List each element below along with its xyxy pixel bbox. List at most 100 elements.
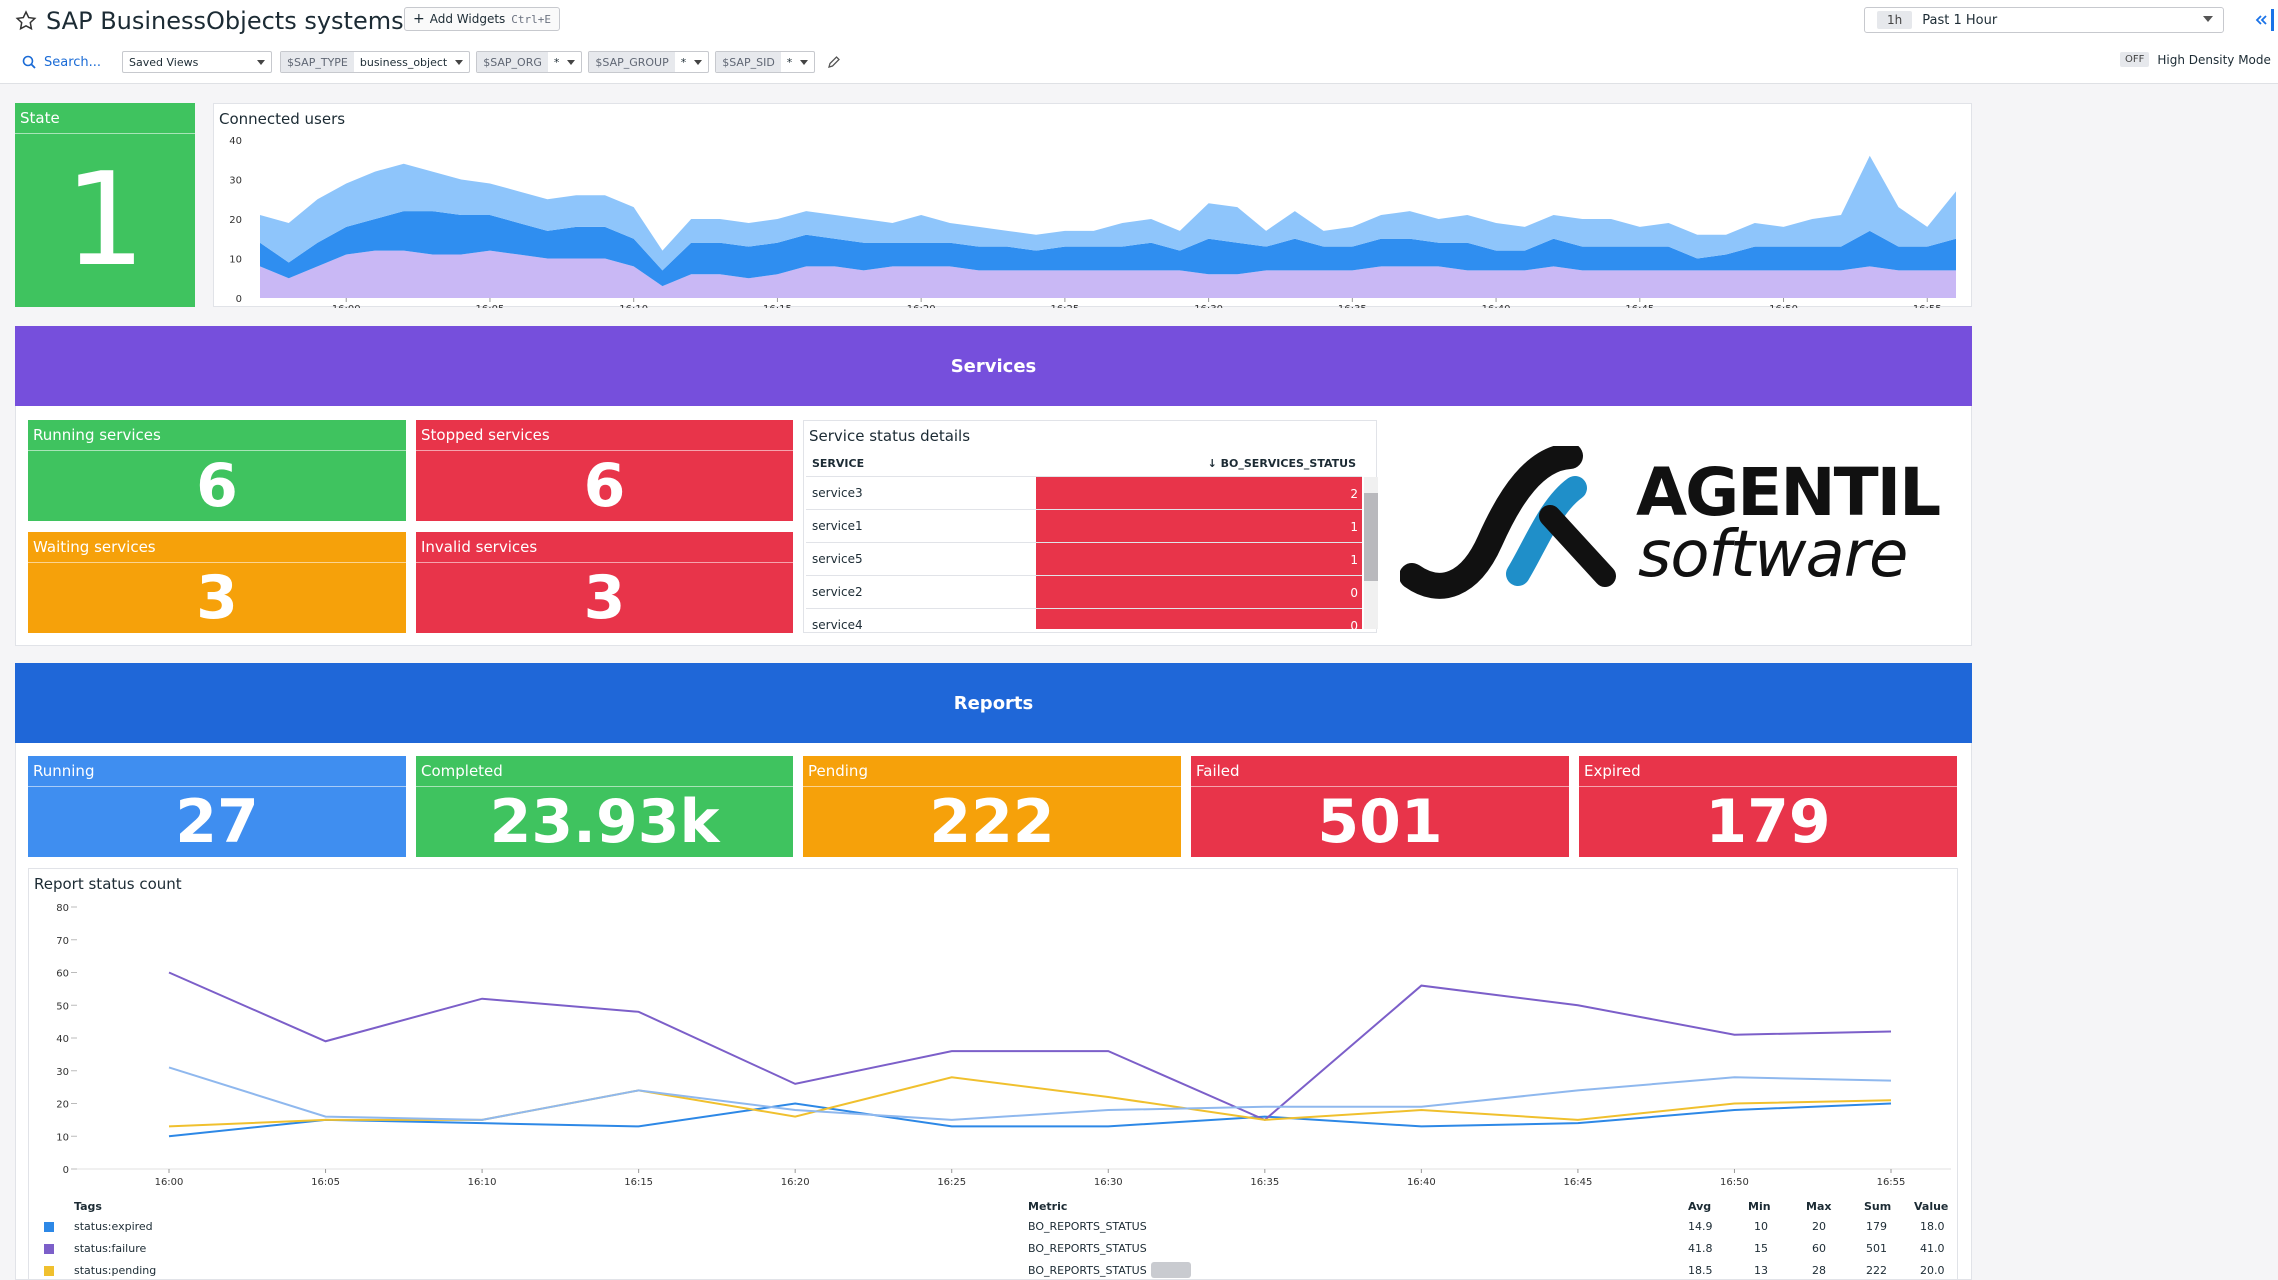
- saved-views-select[interactable]: Saved Views: [122, 51, 272, 73]
- legend-col-max: Max: [1806, 1200, 1832, 1213]
- table-row[interactable]: service4 0: [806, 609, 1362, 629]
- widget-title: Pending: [808, 762, 868, 780]
- legend-sum: 179: [1866, 1220, 1887, 1233]
- table-row[interactable]: service2 0: [806, 576, 1362, 609]
- y-tick-label: 20: [56, 1100, 69, 1111]
- legend-swatch: [44, 1266, 54, 1276]
- star-icon[interactable]: [14, 9, 38, 33]
- x-tick-label: 16:30: [1194, 304, 1223, 308]
- high-density-label: High Density Mode: [2157, 52, 2271, 67]
- legend-metric: BO_REPORTS_STATUS: [1028, 1220, 1147, 1233]
- line-series-4: [168, 1066, 1892, 1121]
- x-tick-label: 16:40: [1407, 1177, 1436, 1188]
- legend-tag: status:expired: [74, 1220, 153, 1233]
- legend-sum: 501: [1866, 1242, 1887, 1255]
- stopped-services-widget[interactable]: Stopped services 6: [416, 420, 793, 521]
- legend-menu-icon[interactable]: [1151, 1262, 1191, 1278]
- connected-users-widget[interactable]: Connected users 01020304016:0016:0516:10…: [213, 103, 1972, 308]
- collapse-panel-button[interactable]: [2248, 7, 2274, 33]
- x-tick-label: 16:30: [1094, 1177, 1123, 1188]
- legend-row[interactable]: status:expired BO_REPORTS_STATUS 14.9 10…: [26, 1220, 1952, 1240]
- widget-title: Completed: [421, 762, 503, 780]
- col-status-header[interactable]: ↓ BO_SERVICES_STATUS: [1208, 457, 1356, 470]
- legend-row[interactable]: status:pending BO_REPORTS_STATUS 18.5 13…: [26, 1262, 1952, 1280]
- search-icon: [22, 55, 36, 69]
- y-tick-label: 30: [56, 1067, 69, 1078]
- legend-col-min: Min: [1748, 1200, 1771, 1213]
- high-density-toggle[interactable]: OFF High Density Mode: [2120, 52, 2271, 67]
- template-var-sap-group[interactable]: $SAP_GROUP *: [588, 51, 710, 73]
- state-value: 1: [64, 145, 146, 295]
- legend-tag: status:pending: [74, 1264, 157, 1277]
- search-input[interactable]: Search...: [22, 55, 122, 70]
- filter-row: Search... Saved Views $SAP_TYPE business…: [22, 50, 841, 74]
- caret-down-icon: [567, 60, 576, 65]
- agentil-logo-mark: [1400, 446, 1616, 599]
- x-tick-label: 16:40: [1482, 304, 1511, 308]
- table-row[interactable]: service1 1: [806, 510, 1362, 543]
- col-service-header[interactable]: SERVICE: [812, 457, 864, 470]
- plus-icon: +: [413, 11, 425, 27]
- legend-avg: 18.5: [1688, 1264, 1713, 1277]
- template-var-sap-org[interactable]: $SAP_ORG *: [476, 51, 583, 73]
- pencil-icon[interactable]: [827, 55, 841, 69]
- legend-col-tags: Tags: [74, 1200, 102, 1213]
- line-series-2: [168, 971, 1892, 1122]
- template-var-sap-type[interactable]: $SAP_TYPE business_object: [280, 51, 471, 73]
- services-group-header[interactable]: Services: [15, 326, 1972, 406]
- widget-title: Stopped services: [421, 426, 550, 444]
- timeframe-selector[interactable]: 1h Past 1 Hour: [1864, 7, 2224, 33]
- service-status-value: 1: [1036, 543, 1362, 575]
- y-tick-label: 0: [236, 294, 242, 305]
- invalid-services-widget[interactable]: Invalid services 3: [416, 532, 793, 633]
- template-var-value: *: [680, 55, 687, 69]
- reports-expired-value: 179: [1705, 786, 1831, 857]
- x-tick-label: 16:15: [624, 1177, 653, 1188]
- service-name: service4: [812, 618, 863, 629]
- reports-completed-widget[interactable]: Completed 23.93k: [416, 756, 793, 857]
- y-tick-label: 40: [229, 136, 242, 147]
- caret-down-icon: [2203, 16, 2213, 22]
- scrollbar-thumb[interactable]: [1364, 493, 1378, 581]
- template-var-key: $SAP_SID: [716, 52, 781, 72]
- legend-min: 13: [1754, 1264, 1768, 1277]
- legend-row[interactable]: status:failure BO_REPORTS_STATUS 41.8 15…: [26, 1242, 1952, 1262]
- state-widget[interactable]: State 1: [15, 103, 195, 307]
- reports-group-header[interactable]: Reports: [15, 663, 1972, 743]
- caret-down-icon: [455, 60, 464, 65]
- template-var-key: $SAP_GROUP: [589, 52, 675, 72]
- waiting-services-value: 3: [196, 562, 238, 633]
- table-row[interactable]: service3 2: [806, 477, 1362, 510]
- legend-min: 10: [1754, 1220, 1768, 1233]
- reports-expired-widget[interactable]: Expired 179: [1579, 756, 1957, 857]
- legend-col-sum: Sum: [1864, 1200, 1892, 1213]
- reports-running-widget[interactable]: Running 27: [28, 756, 406, 857]
- template-var-sap-sid[interactable]: $SAP_SID *: [715, 51, 816, 73]
- y-tick-label: 20: [229, 215, 242, 226]
- running-services-widget[interactable]: Running services 6: [28, 420, 406, 521]
- legend-min: 15: [1754, 1242, 1768, 1255]
- add-widgets-button[interactable]: + Add Widgets Ctrl+E: [404, 7, 561, 31]
- service-name: service1: [812, 519, 863, 533]
- widget-title: Failed: [1196, 762, 1240, 780]
- legend-col-avg: Avg: [1688, 1200, 1712, 1213]
- reports-failed-widget[interactable]: Failed 501: [1191, 756, 1569, 857]
- widget-title: Waiting services: [33, 538, 156, 556]
- service-name: service2: [812, 585, 863, 599]
- widget-title: Invalid services: [421, 538, 538, 556]
- reports-completed-value: 23.93k: [489, 786, 720, 857]
- timeframe-label: Past 1 Hour: [1922, 12, 1998, 28]
- agentil-logo: AGENTIL software: [1400, 446, 1941, 606]
- caret-down-icon: [800, 60, 809, 65]
- table-row[interactable]: service5 1: [806, 543, 1362, 576]
- dashboard-header: SAP BusinessObjects systems + Add Widget…: [0, 0, 2278, 84]
- service-status-value: 0: [1036, 609, 1362, 629]
- legend-value: 20.0: [1920, 1264, 1945, 1277]
- y-tick-label: 50: [56, 1001, 69, 1012]
- x-tick-label: 16:25: [937, 1177, 966, 1188]
- service-status-widget[interactable]: Service status details SERVICE ↓ BO_SERV…: [803, 420, 1378, 633]
- reports-pending-widget[interactable]: Pending 222: [803, 756, 1181, 857]
- y-tick-label: 80: [56, 903, 69, 914]
- waiting-services-widget[interactable]: Waiting services 3: [28, 532, 406, 633]
- dashboard-title[interactable]: SAP BusinessObjects systems: [46, 7, 404, 35]
